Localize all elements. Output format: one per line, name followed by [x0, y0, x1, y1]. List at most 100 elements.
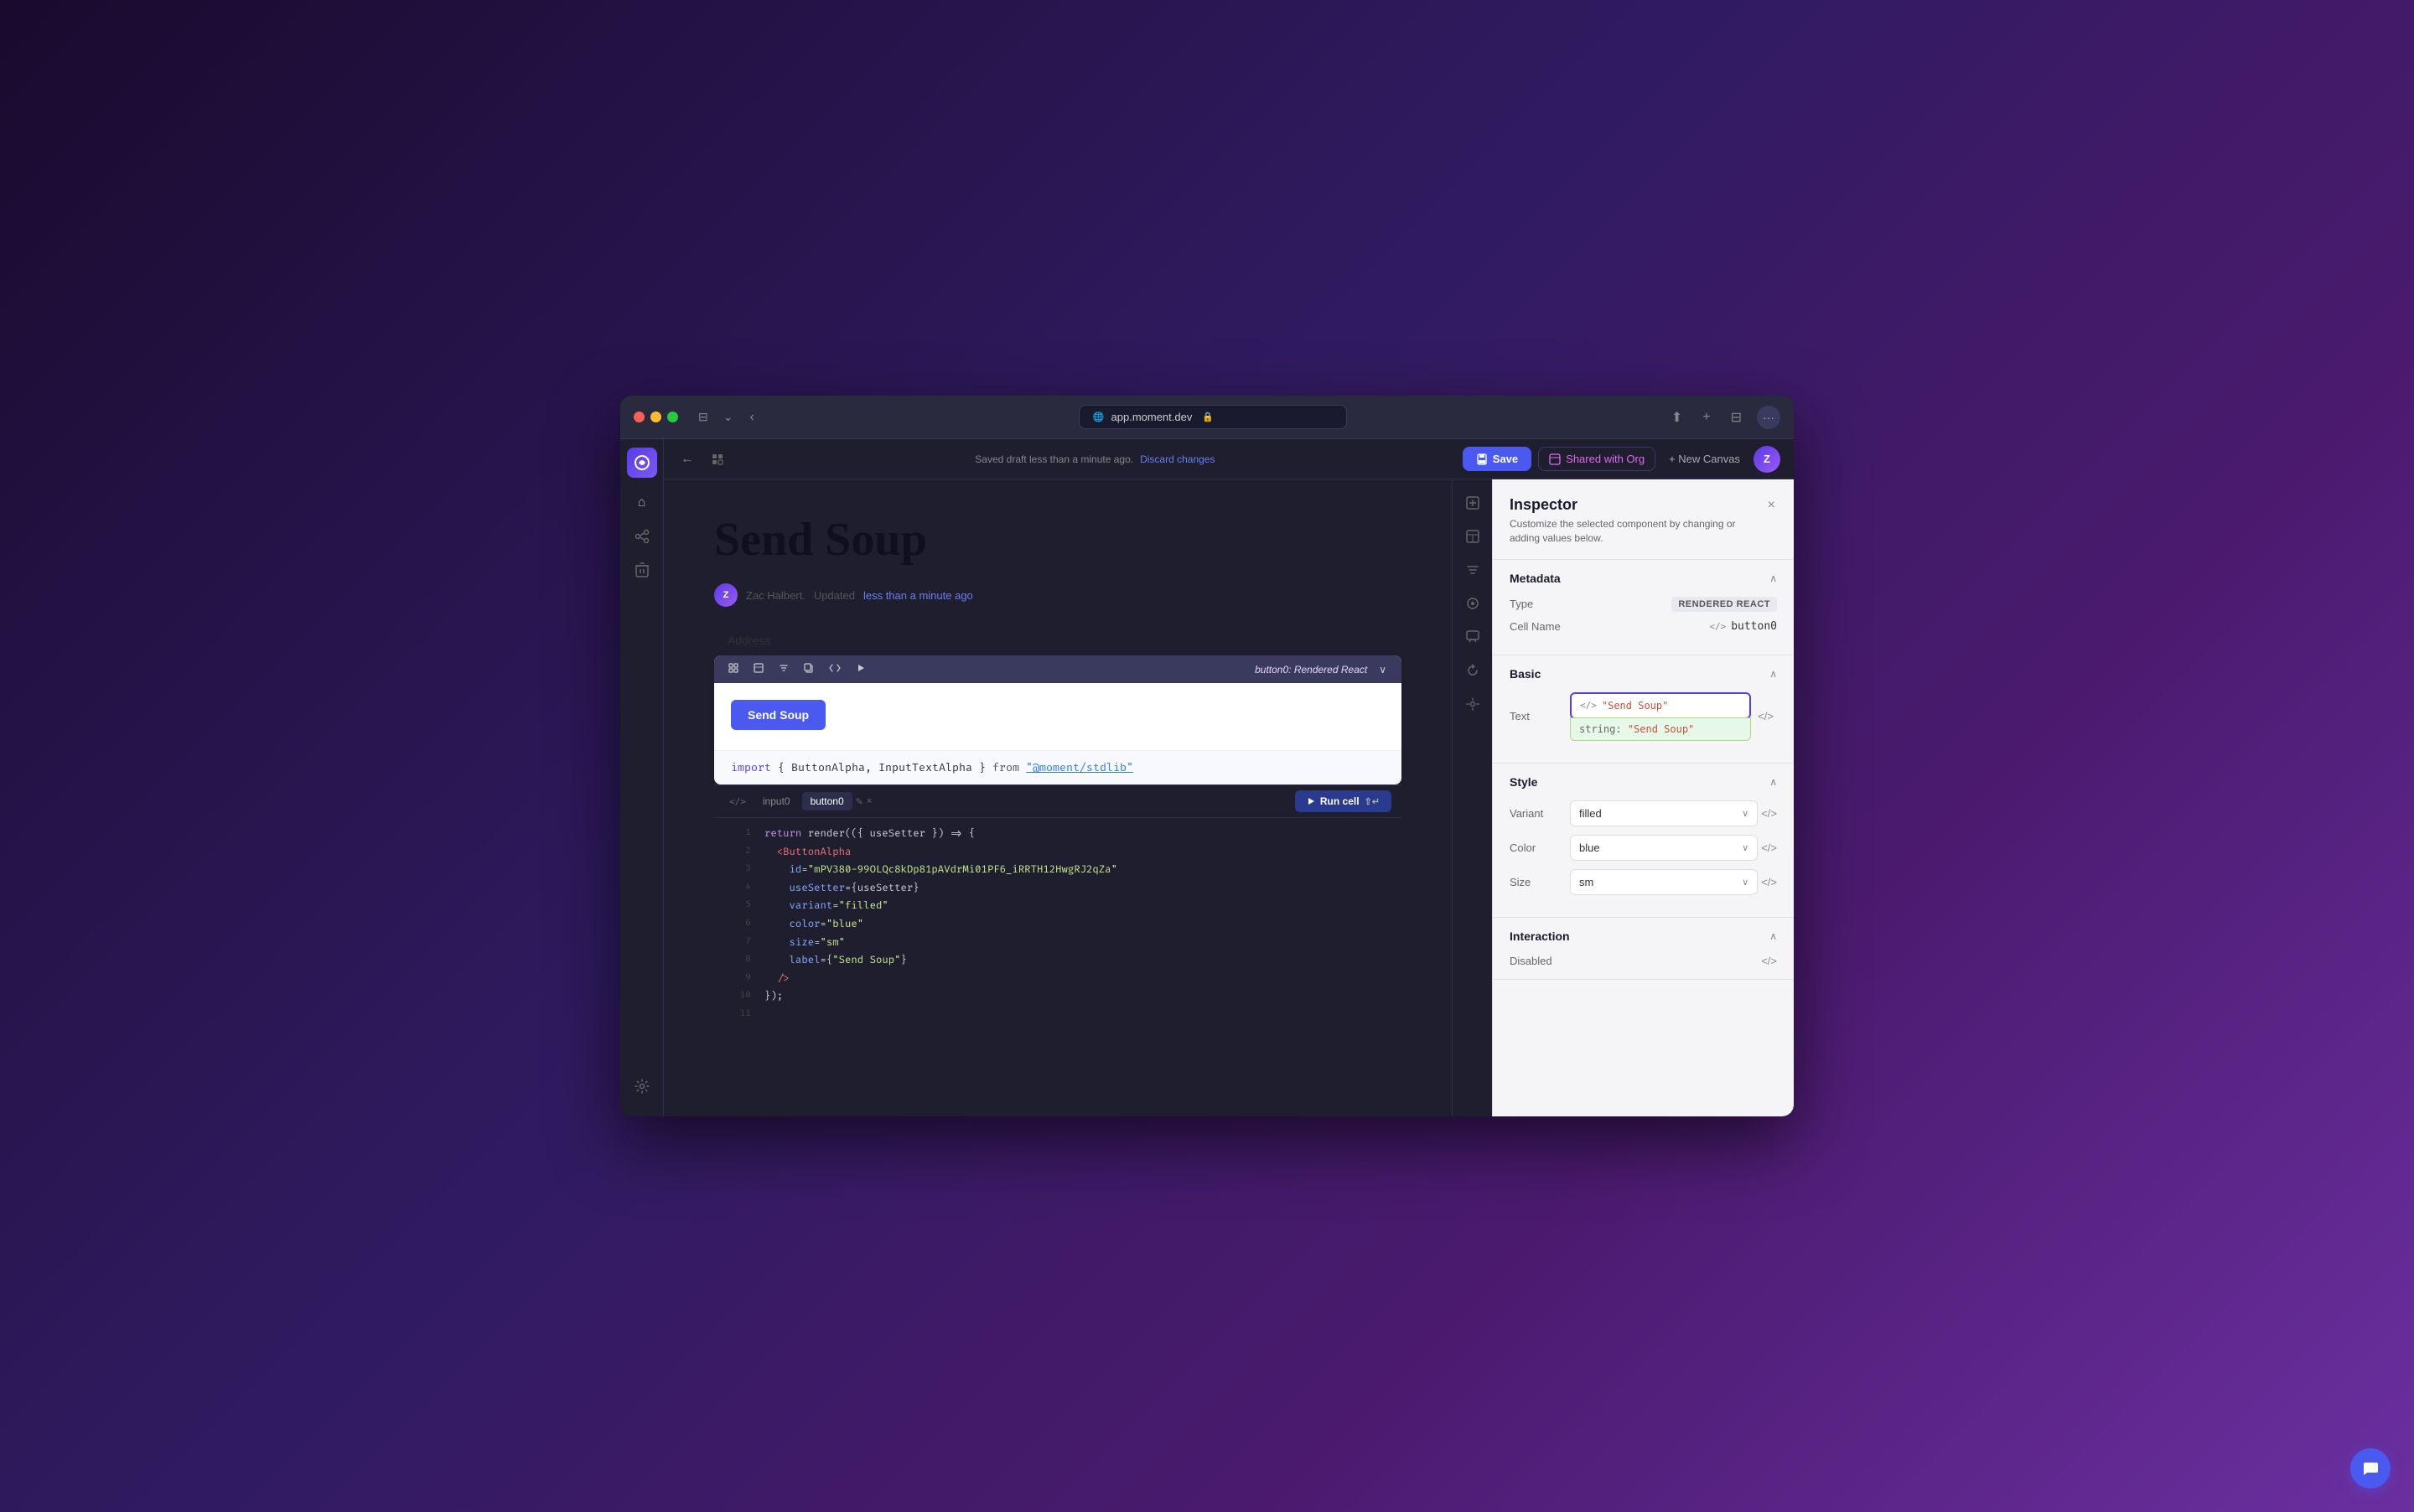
- cell-toolbar: button0: Rendered React ∨: [714, 655, 1401, 683]
- browser-window: ⊟ ⌄ ‹ 🌐 app.moment.dev 🔒 ⬆ + ⊟ ···: [620, 396, 1794, 1116]
- metadata-chevron-icon: ∧: [1769, 572, 1777, 584]
- size-code-btn[interactable]: </>: [1761, 876, 1777, 888]
- lock-icon: 🔒: [1202, 412, 1214, 422]
- cell-tool-code-btn[interactable]: [825, 660, 845, 678]
- title-bar-left: ⊟ ⌄ ‹: [695, 406, 759, 428]
- type-value: RENDERED REACT: [1671, 597, 1777, 612]
- color-dropdown[interactable]: blue ∨: [1570, 835, 1758, 861]
- inspector-header: Inspector Customize the selected compone…: [1493, 479, 1794, 560]
- basic-section-header[interactable]: Basic ∧: [1493, 655, 1794, 692]
- maximize-traffic-light[interactable]: [667, 412, 678, 422]
- cell-tool-copy-btn[interactable]: [800, 660, 818, 678]
- close-traffic-light[interactable]: [634, 412, 645, 422]
- save-button[interactable]: Save: [1463, 447, 1531, 471]
- text-field-value: "Send Soup": [1602, 700, 1668, 712]
- tab-close-icon[interactable]: ×: [867, 796, 872, 806]
- discard-changes-link[interactable]: Discard changes: [1140, 453, 1215, 465]
- import-lib-link[interactable]: "@moment/stdlib": [1026, 761, 1133, 774]
- sidebar-item-graph[interactable]: [627, 521, 657, 551]
- code-line-2: 2 <ButtonAlpha: [714, 843, 1401, 862]
- disabled-code-btn[interactable]: </>: [1761, 955, 1777, 967]
- inspector-close-btn[interactable]: ×: [1766, 496, 1777, 515]
- tabs-overview-btn[interactable]: ⊟: [1726, 406, 1747, 429]
- settings-icon[interactable]: [1459, 691, 1486, 717]
- sidebar-item-trash[interactable]: [627, 555, 657, 585]
- variant-code-btn[interactable]: </>: [1761, 807, 1777, 820]
- size-value: sm: [1579, 876, 1593, 888]
- share-icon-btn[interactable]: ⬆: [1666, 406, 1687, 429]
- history-icon[interactable]: [1459, 657, 1486, 684]
- url-input[interactable]: 🌐 app.moment.dev 🔒: [1079, 405, 1347, 429]
- run-cell-btn[interactable]: Run cell ⇧↵: [1295, 790, 1391, 812]
- metadata-body: Type RENDERED REACT Cell Name </> button…: [1493, 597, 1794, 655]
- cell-tool-filter-btn[interactable]: [774, 660, 793, 678]
- add-cell-icon[interactable]: [1459, 489, 1486, 516]
- metadata-section-header[interactable]: Metadata ∧: [1493, 560, 1794, 597]
- cell-name-code-icon: </>: [1709, 621, 1726, 632]
- color-code-btn[interactable]: </>: [1761, 841, 1777, 854]
- disabled-row: Disabled </>: [1493, 955, 1794, 979]
- variant-chevron-icon: ∨: [1742, 808, 1748, 819]
- canvas-content: Send Soup Z Zac Halbert. Updated less th…: [664, 479, 1452, 1116]
- new-canvas-button[interactable]: + New Canvas: [1662, 448, 1747, 470]
- author-avatar: Z: [714, 583, 738, 607]
- sidebar-toggle-icon[interactable]: ⊟: [695, 406, 712, 427]
- content-split: Send Soup Z Zac Halbert. Updated less th…: [664, 479, 1794, 1116]
- new-tab-icon-btn[interactable]: +: [1697, 406, 1715, 428]
- tab-button0[interactable]: button0: [802, 792, 852, 810]
- shared-org-label: Shared with Org: [1566, 453, 1645, 465]
- cell-name-row: Cell Name </> button0: [1510, 620, 1777, 633]
- text-field-input[interactable]: </> "Send Soup": [1570, 692, 1751, 719]
- type-label: Type: [1510, 598, 1533, 610]
- cell-name-value: </> button0: [1709, 620, 1777, 633]
- component-icon[interactable]: [1459, 590, 1486, 617]
- variant-dropdown[interactable]: filled ∨: [1570, 800, 1758, 826]
- filter-icon[interactable]: [1459, 557, 1486, 583]
- tab-edit-icon[interactable]: ✎: [856, 796, 863, 807]
- cell-tool-expand-btn[interactable]: [724, 660, 743, 678]
- tab-input0[interactable]: input0: [754, 792, 799, 810]
- back-button[interactable]: ‹: [744, 406, 759, 428]
- size-row: Size sm ∨ </>: [1510, 869, 1777, 895]
- globe-icon: 🌐: [1093, 412, 1105, 422]
- variant-value: filled: [1579, 807, 1602, 820]
- new-canvas-label: + New Canvas: [1669, 453, 1740, 465]
- more-options-btn[interactable]: ···: [1757, 406, 1780, 429]
- sidebar-item-settings[interactable]: [627, 1071, 657, 1101]
- code-line-8: 8 label={"Send Soup"}: [714, 951, 1401, 970]
- user-avatar-btn[interactable]: Z: [1754, 446, 1780, 473]
- table-icon[interactable]: [1459, 523, 1486, 550]
- chat-bubble-btn[interactable]: [2350, 1448, 2391, 1489]
- interaction-section-header[interactable]: Interaction ∧: [1493, 918, 1794, 955]
- nav-buttons: ‹: [744, 406, 759, 428]
- comment-icon[interactable]: [1459, 624, 1486, 650]
- size-dropdown[interactable]: sm ∨: [1570, 869, 1758, 895]
- text-code-tag: </>: [1580, 700, 1597, 711]
- minimize-traffic-light[interactable]: [650, 412, 661, 422]
- cell-area: button0: Rendered React ∨ Send Soup impo…: [714, 655, 1401, 784]
- back-arrow-btn[interactable]: ←: [677, 448, 697, 470]
- type-row: Type RENDERED REACT: [1510, 597, 1777, 612]
- send-soup-preview-btn[interactable]: Send Soup: [731, 700, 826, 730]
- shared-org-button[interactable]: Shared with Org: [1538, 447, 1655, 471]
- string-key: string:: [1579, 723, 1622, 735]
- cell-expand-btn[interactable]: ∨: [1374, 661, 1391, 678]
- sidebar-item-home[interactable]: ⌂: [627, 488, 657, 518]
- code-editor: </> input0 button0 ✎ ×: [714, 784, 1401, 1031]
- canvas-right-toolbar: [1452, 479, 1492, 1116]
- style-section-header[interactable]: Style ∧: [1493, 764, 1794, 800]
- interaction-title: Interaction: [1510, 929, 1570, 943]
- author-name: Zac Halbert.: [746, 589, 806, 602]
- updated-link[interactable]: less than a minute ago: [863, 589, 973, 602]
- author-row: Z Zac Halbert. Updated less than a minut…: [714, 583, 1401, 607]
- chevron-down-icon[interactable]: ⌄: [720, 406, 737, 427]
- style-chevron-icon: ∧: [1769, 776, 1777, 788]
- text-field-code-btn[interactable]: </>: [1754, 707, 1777, 726]
- text-field-label: Text: [1510, 710, 1560, 722]
- cell-tool-format-btn[interactable]: [749, 660, 768, 678]
- color-label: Color: [1510, 841, 1560, 854]
- cell-tool-run-btn[interactable]: [852, 660, 870, 678]
- color-chevron-icon: ∨: [1742, 842, 1748, 853]
- inspector-title: Inspector: [1510, 496, 1766, 514]
- app-logo[interactable]: [627, 448, 657, 478]
